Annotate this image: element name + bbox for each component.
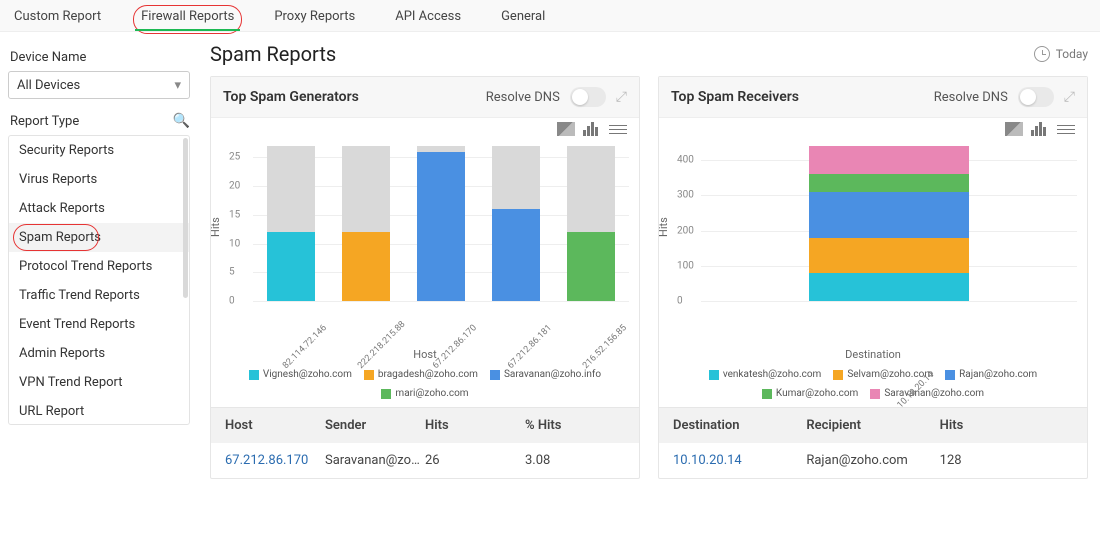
sidebar-item-url[interactable]: URL Report: [9, 397, 189, 425]
device-select-value: All Devices: [17, 78, 80, 93]
x-axis-label: Host: [211, 348, 639, 361]
resolve-dns-toggle[interactable]: [1018, 87, 1054, 107]
panel-spam-generators: Top Spam Generators Resolve DNS ⤢ Hits 0…: [210, 76, 640, 479]
report-type-list: Security Reports Virus Reports Attack Re…: [8, 135, 190, 425]
chart-type-bar-icon[interactable]: [1031, 122, 1049, 136]
clock-icon: [1034, 46, 1050, 62]
sidebar-item-event[interactable]: Event Trend Reports: [9, 310, 189, 339]
cell-sender: Saravanan@zoho.i: [325, 453, 425, 468]
stack-segment: [809, 174, 969, 192]
chart-type-line-icon[interactable]: [1057, 122, 1075, 134]
bar[interactable]: [567, 146, 615, 301]
bar[interactable]: [267, 146, 315, 301]
sidebar-item-spam[interactable]: Spam Reports: [9, 223, 189, 252]
legend-item[interactable]: bragadesh@zoho.com: [364, 369, 478, 380]
sidebar-item-protocol[interactable]: Protocol Trend Reports: [9, 252, 189, 281]
chart-type-area-icon[interactable]: [557, 122, 575, 136]
legend: venkatesh@zoho.com Selvam@zoho.com Rajan@z…: [659, 367, 1087, 407]
tab-firewall-reports[interactable]: Firewall Reports: [141, 9, 234, 30]
page-title: Spam Reports: [210, 42, 336, 66]
legend-item[interactable]: Saravanan@zoho.com: [870, 388, 984, 399]
search-icon[interactable]: 🔍: [173, 113, 190, 129]
sidebar-item-spam-label: Spam Reports: [19, 230, 101, 245]
tab-firewall-reports-label: Firewall Reports: [141, 9, 234, 24]
device-name-label: Device Name: [10, 50, 190, 65]
resolve-dns-label: Resolve DNS: [486, 90, 560, 105]
table-header: Host Sender Hits % Hits: [211, 407, 639, 443]
sidebar-item-attack[interactable]: Attack Reports: [9, 194, 189, 223]
chart-type-bar-icon[interactable]: [583, 122, 601, 136]
legend-item[interactable]: Selvam@zoho.com: [833, 369, 933, 380]
chart-receivers: Hits 0100200300400 10.10.20.14: [659, 136, 1087, 346]
stacked-bar[interactable]: [809, 146, 969, 301]
legend: Vignesh@zoho.com bragadesh@zoho.com Sarava…: [211, 367, 639, 407]
col-dest[interactable]: Destination: [673, 418, 806, 433]
col-pct[interactable]: % Hits: [525, 418, 625, 433]
stack-segment: [809, 192, 969, 238]
legend-item[interactable]: Rajan@zoho.com: [945, 369, 1037, 380]
sidebar-item-admin[interactable]: Admin Reports: [9, 339, 189, 368]
resolve-dns-toggle[interactable]: [570, 87, 606, 107]
sidebar: Device Name All Devices ▾ Report Type 🔍 …: [0, 32, 200, 537]
bar[interactable]: [417, 146, 465, 301]
bar[interactable]: [492, 146, 540, 301]
scrollbar[interactable]: [183, 138, 188, 298]
resolve-dns-label: Resolve DNS: [934, 90, 1008, 105]
legend-item[interactable]: venkatesh@zoho.com: [709, 369, 821, 380]
col-sender[interactable]: Sender: [325, 418, 425, 433]
tab-api-access[interactable]: API Access: [395, 9, 461, 30]
y-axis-label: Hits: [657, 217, 670, 237]
panel1-title: Top Spam Generators: [223, 89, 359, 105]
cell-dest[interactable]: 10.10.20.14: [673, 453, 806, 468]
cell-hits: 26: [425, 453, 525, 468]
tab-proxy-reports[interactable]: Proxy Reports: [274, 9, 355, 30]
sidebar-item-security[interactable]: Security Reports: [9, 136, 189, 165]
sidebar-item-virus[interactable]: Virus Reports: [9, 165, 189, 194]
expand-icon[interactable]: ⤢: [1064, 89, 1075, 105]
table-row: 67.212.86.170 Saravanan@zoho.i 26 3.08: [211, 443, 639, 478]
expand-icon[interactable]: ⤢: [616, 89, 627, 105]
sidebar-item-vpn[interactable]: VPN Trend Report: [9, 368, 189, 397]
tab-general[interactable]: General: [501, 9, 545, 30]
col-hits[interactable]: Hits: [425, 418, 525, 433]
cell-pct: 3.08: [525, 453, 625, 468]
legend-item[interactable]: mari@zoho.com: [381, 388, 468, 399]
cell-hits: 128: [940, 453, 1073, 468]
chart-type-line-icon[interactable]: [609, 122, 627, 134]
chart-type-area-icon[interactable]: [1005, 122, 1023, 136]
legend-item[interactable]: Kumar@zoho.com: [762, 388, 858, 399]
panel2-title: Top Spam Receivers: [671, 89, 799, 105]
cell-host[interactable]: 67.212.86.170: [225, 453, 325, 468]
sidebar-item-traffic[interactable]: Traffic Trend Reports: [9, 281, 189, 310]
tab-custom-report[interactable]: Custom Report: [14, 9, 101, 30]
main-content: Spam Reports Today Top Spam Generators R…: [200, 32, 1100, 537]
stack-segment: [809, 273, 969, 301]
x-axis-label: Destination: [659, 348, 1087, 361]
device-select[interactable]: All Devices ▾: [8, 71, 190, 99]
table-row: 10.10.20.14 Rajan@zoho.com 128: [659, 443, 1087, 478]
date-range[interactable]: Today: [1034, 46, 1088, 62]
stack-segment: [809, 146, 969, 174]
cell-recipient: Rajan@zoho.com: [806, 453, 939, 468]
col-hits[interactable]: Hits: [940, 418, 1073, 433]
date-range-label: Today: [1056, 47, 1088, 61]
top-nav-tabs: Custom Report Firewall Reports Proxy Rep…: [0, 0, 1100, 32]
legend-item[interactable]: Saravanan@zoho.info: [490, 369, 601, 380]
bar[interactable]: [342, 146, 390, 301]
chevron-down-icon: ▾: [174, 78, 181, 93]
panel-spam-receivers: Top Spam Receivers Resolve DNS ⤢ Hits 01…: [658, 76, 1088, 479]
report-type-label: Report Type: [10, 114, 79, 129]
legend-item[interactable]: Vignesh@zoho.com: [249, 369, 352, 380]
stack-segment: [809, 238, 969, 273]
chart-generators: Hits 0510152025 82.114.72.146222.218.215…: [211, 136, 639, 346]
y-axis-label: Hits: [209, 217, 222, 237]
col-host[interactable]: Host: [225, 418, 325, 433]
